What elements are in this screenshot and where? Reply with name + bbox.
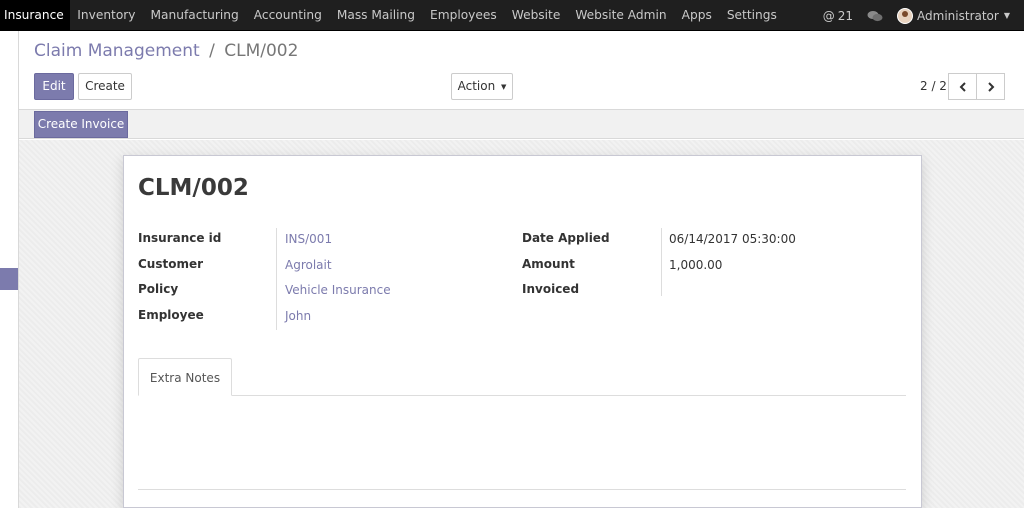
insurance-id-value[interactable]: INS/001 (285, 232, 332, 246)
menu-settings[interactable]: Settings (719, 0, 784, 31)
form-sheet (123, 155, 922, 508)
left-panel-toggle[interactable] (0, 268, 18, 290)
edit-button[interactable]: Edit (34, 73, 74, 100)
caret-down-icon: ▼ (1003, 11, 1010, 20)
form-statusbar (19, 110, 1024, 139)
breadcrumb-separator: / (209, 41, 215, 61)
systray: @ 21 Administrator ▼ (823, 0, 1024, 31)
date-applied-value: 06/14/2017 05:30:00 (669, 232, 796, 246)
menu-insurance[interactable]: Insurance (0, 0, 70, 31)
customer-value[interactable]: Agrolait (285, 258, 332, 272)
employee-label: Employee (138, 308, 204, 322)
menu-inventory[interactable]: Inventory (70, 0, 143, 31)
menu-website-admin[interactable]: Website Admin (568, 0, 674, 31)
pager-value: 2 / 2 (920, 79, 947, 93)
breadcrumb-current: CLM/002 (224, 41, 299, 61)
messages-count: 21 (837, 8, 854, 23)
date-applied-label: Date Applied (522, 231, 610, 245)
messages-button[interactable]: @ 21 (823, 9, 853, 23)
menu-apps[interactable]: Apps (674, 0, 719, 31)
field-divider (276, 228, 277, 330)
invoiced-label: Invoiced (522, 282, 580, 296)
user-menu[interactable]: Administrator ▼ (897, 7, 1010, 24)
create-invoice-button[interactable]: Create Invoice (34, 111, 128, 138)
amount-label: Amount (522, 257, 575, 271)
notebook-tab-bar (138, 395, 906, 396)
amount-value: 1,000.00 (669, 258, 723, 272)
menu-mass-mailing[interactable]: Mass Mailing (329, 0, 422, 31)
at-icon: @ (822, 8, 835, 23)
tab-extra-notes[interactable]: Extra Notes (138, 358, 232, 396)
action-button[interactable]: Action ▼ (451, 73, 513, 100)
breadcrumb: Claim Management / CLM/002 (34, 41, 298, 61)
menu-website[interactable]: Website (504, 0, 568, 31)
field-divider (661, 228, 662, 296)
menu-accounting[interactable]: Accounting (246, 0, 329, 31)
chat-bubbles-icon (867, 10, 883, 21)
employee-value[interactable]: John (285, 309, 311, 323)
menu-employees[interactable]: Employees (423, 0, 505, 31)
action-label: Action (457, 79, 496, 93)
notebook-bottom-divider (138, 489, 906, 490)
chevron-right-icon (987, 81, 994, 92)
app-menu: Insurance Inventory Manufacturing Accoun… (0, 0, 784, 31)
breadcrumb-parent[interactable]: Claim Management (34, 41, 200, 61)
top-navbar: Insurance Inventory Manufacturing Accoun… (0, 0, 1024, 31)
caret-down-icon: ▼ (501, 83, 507, 91)
insurance-id-label: Insurance id (138, 231, 222, 245)
policy-value[interactable]: Vehicle Insurance (285, 283, 391, 297)
record-title: CLM/002 (138, 175, 249, 201)
menu-manufacturing[interactable]: Manufacturing (143, 0, 246, 31)
pager-next-button[interactable] (976, 73, 1005, 100)
policy-label: Policy (138, 282, 179, 296)
avatar (897, 7, 914, 24)
chevron-left-icon (959, 81, 966, 92)
user-name: Administrator (917, 8, 999, 23)
chat-button[interactable] (867, 10, 883, 22)
pager-previous-button[interactable] (948, 73, 977, 100)
create-button[interactable]: Create (78, 73, 132, 100)
customer-label: Customer (138, 257, 204, 271)
